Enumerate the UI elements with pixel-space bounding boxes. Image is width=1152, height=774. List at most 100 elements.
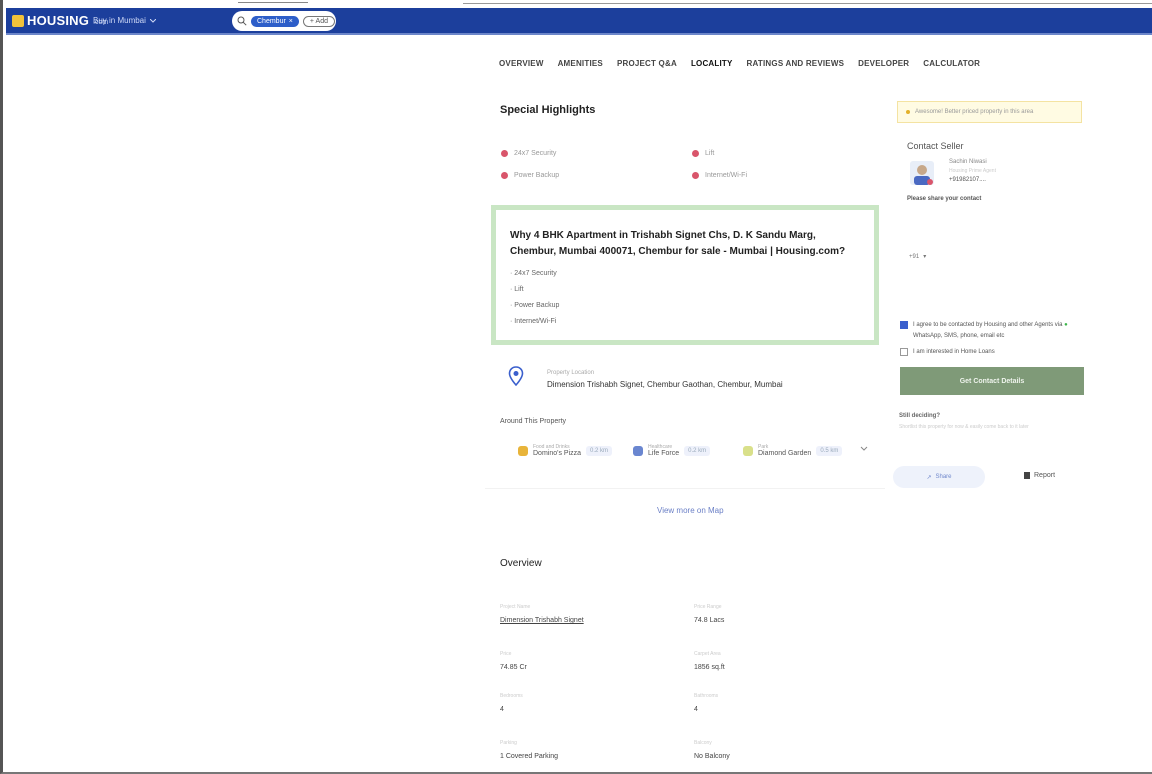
project-name-link[interactable]: Dimension Trishabh Signet bbox=[500, 617, 584, 624]
divider bbox=[485, 488, 885, 489]
around-distance: 0.5 km bbox=[816, 445, 843, 456]
home-loan-checkbox[interactable] bbox=[900, 348, 908, 356]
chevron-down-icon bbox=[149, 18, 156, 23]
tab-amenities[interactable]: AMENITIES bbox=[558, 59, 603, 68]
overview-value: 74.8 Lacs bbox=[694, 617, 725, 624]
wifi-icon bbox=[692, 172, 699, 179]
tab-project-qa[interactable]: PROJECT Q&A bbox=[617, 59, 677, 68]
highlight-item: Internet/Wi-Fi bbox=[692, 172, 747, 179]
around-name: Diamond Garden bbox=[758, 450, 812, 457]
share-button[interactable]: ↗ Share bbox=[893, 466, 985, 488]
overview-label: Parking bbox=[500, 740, 517, 746]
overview-value: 1 Covered Parking bbox=[500, 753, 558, 760]
seller-phone: +91982107.... bbox=[949, 177, 986, 183]
security-icon bbox=[501, 150, 508, 157]
tab-calculator[interactable]: CALCULATOR bbox=[923, 59, 980, 68]
why-property-box: Why 4 BHK Apartment in Trishabh Signet C… bbox=[491, 205, 879, 345]
around-item[interactable]: Park Diamond Garden 0.5 km bbox=[743, 444, 843, 457]
city-dropdown[interactable]: Buy in Mumbai bbox=[93, 16, 156, 25]
overview-value: 74.85 Cr bbox=[500, 664, 527, 671]
overview-label: Bathrooms bbox=[694, 693, 719, 699]
why-item-text: Internet/Wi-Fi bbox=[514, 318, 557, 325]
search-icon bbox=[237, 16, 247, 26]
share-icon: ↗ bbox=[926, 474, 932, 481]
view-more-on-map-link[interactable]: View more on Map bbox=[657, 506, 724, 515]
around-name: Life Force bbox=[648, 450, 680, 457]
around-item[interactable]: Food and Drinks Domino's Pizza 0.2 km bbox=[518, 444, 613, 457]
around-item[interactable]: Healthcare Life Force 0.2 km bbox=[633, 444, 711, 457]
star-icon bbox=[906, 110, 910, 114]
top-nav-bar: HOUSING .com Buy in Mumbai Chembur × + Ad… bbox=[6, 8, 1152, 35]
property-location-value: Dimension Trishabh Signet, Chembur Gaoth… bbox=[547, 380, 783, 389]
why-list-item: · 24x7 Security bbox=[510, 270, 557, 277]
highlight-label: Power Backup bbox=[514, 172, 560, 179]
tab-overview[interactable]: OVERVIEW bbox=[499, 59, 544, 68]
food-icon bbox=[518, 445, 528, 456]
add-locality-button[interactable]: + Add bbox=[302, 15, 335, 27]
section-tabs: OVERVIEW AMENITIES PROJECT Q&A LOCALITY … bbox=[499, 59, 980, 68]
park-icon bbox=[743, 445, 753, 456]
share-label: Share bbox=[935, 474, 952, 480]
highlight-item: Lift bbox=[692, 150, 714, 157]
location-pin-icon bbox=[508, 366, 524, 386]
overview-value: No Balcony bbox=[694, 753, 730, 760]
why-item-text: Power Backup bbox=[514, 302, 560, 309]
seller-subtitle: Housing Prime Agent bbox=[949, 168, 996, 174]
tab-ratings-reviews[interactable]: RATINGS AND REVIEWS bbox=[747, 59, 845, 68]
get-contact-details-button[interactable]: Get Contact Details bbox=[900, 367, 1084, 395]
page: HOUSING .com Buy in Mumbai Chembur × + Ad… bbox=[0, 0, 1152, 774]
overview-value: 4 bbox=[694, 706, 698, 713]
overview-label: Price Range bbox=[694, 604, 722, 610]
logo-mark-icon bbox=[12, 14, 24, 27]
property-location-label: Property Location bbox=[547, 370, 595, 376]
caret-down-icon: ▾ bbox=[923, 254, 927, 260]
tab-developer[interactable]: DEVELOPER bbox=[858, 59, 909, 68]
why-item-text: Lift bbox=[514, 286, 524, 293]
home-loan-label: I am interested in Home Loans bbox=[913, 349, 995, 355]
chip-label: Chembur bbox=[257, 17, 286, 25]
why-list-item: · Lift bbox=[510, 286, 524, 293]
home-loan-checkbox-row[interactable]: I am interested in Home Loans bbox=[900, 347, 995, 358]
report-button[interactable]: Report bbox=[1024, 472, 1055, 479]
overview-value: 1856 sq.ft bbox=[694, 664, 725, 671]
highlight-label: Lift bbox=[705, 150, 715, 157]
why-list-item: · Power Backup bbox=[510, 302, 560, 309]
still-deciding-title: Still deciding? bbox=[899, 413, 941, 419]
agree-label: I agree to be contacted by Housing and o… bbox=[913, 320, 1080, 342]
city-label: Buy in Mumbai bbox=[93, 16, 146, 25]
agree-text: I agree to be contacted by Housing and o… bbox=[913, 322, 1063, 328]
health-icon bbox=[633, 445, 643, 456]
tab-locality[interactable]: LOCALITY bbox=[691, 59, 733, 68]
overview-label: Carpet Area bbox=[694, 651, 721, 657]
around-property-title: Around This Property bbox=[500, 418, 567, 425]
agree-checkbox[interactable] bbox=[900, 321, 908, 329]
highlight-label: 24x7 Security bbox=[514, 150, 557, 157]
why-list: · 24x7 Security · Lift · Power Backup · … bbox=[510, 266, 860, 330]
search-box[interactable]: Chembur × + Add bbox=[232, 11, 336, 31]
search-chip-chembur[interactable]: Chembur × bbox=[251, 15, 299, 27]
overview-label: Price bbox=[500, 651, 512, 657]
logo-text: HOUSING bbox=[27, 13, 90, 28]
country-code-select[interactable]: +91 ▾ bbox=[909, 253, 927, 261]
still-deciding-subtitle: Shortlist this property for now & easily… bbox=[899, 424, 1029, 430]
around-name: Domino's Pizza bbox=[533, 450, 582, 457]
chevron-down-icon[interactable] bbox=[859, 444, 869, 454]
highlight-label: Internet/Wi-Fi bbox=[705, 172, 748, 179]
agree-contact-checkbox-row[interactable]: I agree to be contacted by Housing and o… bbox=[900, 320, 1080, 342]
flag-icon bbox=[1024, 472, 1030, 479]
overview-label: Bedrooms bbox=[500, 693, 523, 699]
why-title: Why 4 BHK Apartment in Trishabh Signet C… bbox=[510, 230, 846, 257]
seller-name: Sachin Niwasi bbox=[949, 159, 987, 165]
around-text: Food and Drinks Domino's Pizza bbox=[533, 444, 581, 457]
seller-avatar bbox=[910, 161, 934, 185]
better-price-banner: Awesome! Better priced property in this … bbox=[897, 101, 1082, 123]
close-icon[interactable]: × bbox=[289, 18, 293, 25]
around-text: Park Diamond Garden bbox=[758, 444, 811, 457]
share-contact-prompt: Please share your contact bbox=[907, 196, 982, 202]
power-icon bbox=[501, 172, 508, 179]
report-label: Report bbox=[1034, 472, 1056, 479]
whatsapp-icon: ● bbox=[1064, 322, 1068, 328]
why-item-text: 24x7 Security bbox=[514, 270, 557, 277]
overview-value: 4 bbox=[500, 706, 504, 713]
overview-label: Project Name bbox=[500, 604, 531, 610]
